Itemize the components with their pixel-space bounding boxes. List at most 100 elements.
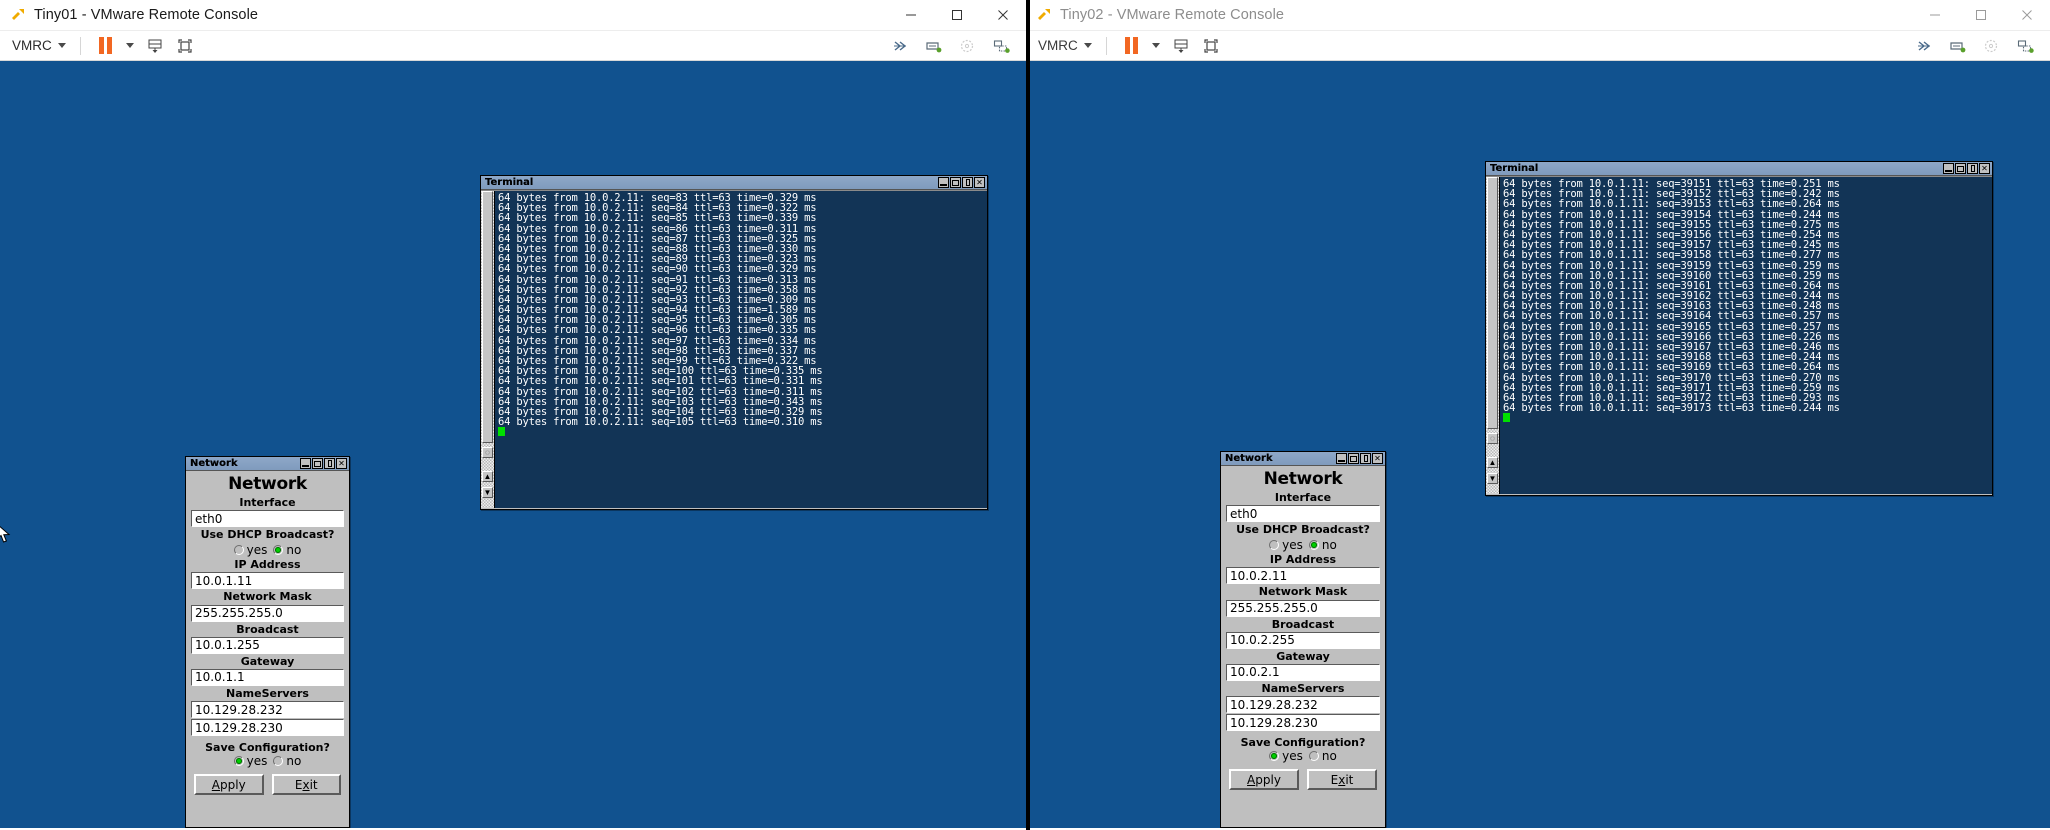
close-icon[interactable]: ✕: [336, 458, 347, 469]
nameserver-1-input[interactable]: 10.129.28.232: [191, 701, 344, 719]
pause-button[interactable]: [91, 35, 120, 56]
dhcp-radio-yes[interactable]: yes: [1269, 538, 1303, 552]
network-mask-input[interactable]: 255.255.255.0: [1226, 599, 1380, 617]
cd-dvd-drive-icon: [1984, 39, 1998, 52]
save-radio-no[interactable]: no: [1308, 749, 1337, 763]
exit-button[interactable]: Ex it: [1307, 769, 1377, 791]
chevrons-right-icon: [1918, 40, 1931, 51]
cd-device-button[interactable]: [1976, 36, 2008, 56]
terminal-window[interactable]: Terminal ✕ ◌ ▲ ▼ 64 bytes from 10.0.1.11…: [1485, 161, 1993, 496]
terminal-titlebar[interactable]: Terminal ✕: [481, 176, 987, 190]
dhcp-radio-yes[interactable]: yes: [233, 543, 268, 558]
dhcp-yes-label: yes: [246, 543, 268, 558]
scrollbar-up-button[interactable]: ▲: [482, 471, 493, 482]
restore-icon[interactable]: [324, 458, 335, 469]
toolbar-overflow-button[interactable]: [886, 37, 916, 55]
close-icon[interactable]: ✕: [1979, 163, 1990, 174]
restore-icon[interactable]: [1967, 163, 1978, 174]
minimize-icon[interactable]: [938, 177, 949, 188]
network-dialog-titlebar[interactable]: Network ✕: [186, 457, 349, 471]
save-config-radio-group: yes no: [1226, 749, 1380, 763]
maximize-icon[interactable]: [1348, 453, 1359, 464]
close-button[interactable]: [2004, 0, 2050, 30]
broadcast-input[interactable]: 10.0.1.255: [191, 636, 344, 654]
nameserver-2-input[interactable]: 10.129.28.230: [191, 719, 344, 737]
power-dropdown-button[interactable]: [1146, 41, 1166, 50]
nameservers-label: NameServers: [1261, 681, 1345, 695]
terminal-output[interactable]: 64 bytes from 10.0.2.11: seq=83 ttl=63 t…: [495, 191, 987, 508]
save-radio-yes[interactable]: yes: [233, 754, 267, 768]
exit-button[interactable]: Ex it: [271, 774, 341, 796]
minimize-icon[interactable]: [300, 458, 311, 469]
gateway-input[interactable]: 10.0.2.1: [1226, 663, 1380, 681]
scrollbar-down-button[interactable]: ▼: [1487, 473, 1498, 484]
network-mask-label: Network Mask: [223, 590, 312, 604]
network-device-button[interactable]: [2010, 36, 2042, 56]
ip-address-input[interactable]: 10.0.2.11: [1226, 567, 1380, 585]
network-mask-input[interactable]: 255.255.255.0: [191, 604, 344, 622]
dhcp-radio-group: yes no: [1226, 538, 1380, 552]
close-icon[interactable]: ✕: [1372, 453, 1383, 464]
fullscreen-button[interactable]: [170, 35, 200, 57]
close-icon[interactable]: ✕: [974, 177, 985, 188]
toolbar-overflow-button[interactable]: [1910, 37, 1940, 55]
gateway-input[interactable]: 10.0.1.1: [191, 668, 344, 686]
nameserver-2-input[interactable]: 10.129.28.230: [1226, 714, 1380, 732]
terminal-output[interactable]: 64 bytes from 10.0.1.11: seq=39151 ttl=6…: [1500, 177, 1992, 494]
terminal-line: 64 bytes from 10.0.2.11: seq=90 ttl=63 t…: [498, 263, 817, 276]
send-keys-button[interactable]: [140, 35, 170, 57]
network-dialog-titlebar[interactable]: Network ✕: [1221, 452, 1385, 466]
floppy-device-button[interactable]: [1942, 36, 1974, 56]
nameserver-1-input[interactable]: 10.129.28.232: [1226, 696, 1380, 714]
scrollbar-home-button[interactable]: ◌: [482, 447, 493, 458]
minimize-button[interactable]: [1912, 0, 1958, 30]
terminal-scrollbar[interactable]: ◌ ▲ ▼: [1486, 177, 1500, 494]
minimize-button[interactable]: [888, 0, 934, 30]
fullscreen-button[interactable]: [1196, 35, 1226, 57]
close-button[interactable]: [980, 0, 1026, 30]
save-radio-yes[interactable]: yes: [1269, 749, 1303, 763]
scrollbar-up-button[interactable]: ▲: [1487, 457, 1498, 468]
terminal-cursor: [1503, 413, 1992, 423]
dhcp-radio-no[interactable]: no: [1308, 538, 1337, 552]
restore-icon[interactable]: [1360, 453, 1371, 464]
interface-input[interactable]: eth0: [1226, 505, 1380, 523]
minimize-icon[interactable]: [1336, 453, 1347, 464]
dhcp-yes-label: yes: [1282, 538, 1303, 553]
minimize-icon[interactable]: [1943, 163, 1954, 174]
network-dialog-window[interactable]: Network ✕ Network Interface eth0 Use DHC…: [1220, 451, 1386, 828]
apply-button[interactable]: Apply: [1229, 769, 1299, 791]
maximize-icon[interactable]: [312, 458, 323, 469]
maximize-button[interactable]: [934, 0, 980, 30]
network-dialog-window[interactable]: Network ✕ Network Interface eth0 Use DHC…: [185, 456, 350, 828]
cd-device-button[interactable]: [952, 36, 984, 56]
floppy-device-button[interactable]: [918, 36, 950, 56]
vmrc-menu-button[interactable]: VMRC: [8, 36, 70, 55]
apply-button[interactable]: Apply: [194, 774, 264, 796]
save-yes-label: yes: [1282, 749, 1303, 764]
terminal-window[interactable]: Terminal ✕ ◌ ▲ ▼ 64 bytes from 10.0.2.11…: [480, 175, 988, 510]
interface-input[interactable]: eth0: [191, 510, 344, 528]
restore-icon[interactable]: [962, 177, 973, 188]
broadcast-input[interactable]: 10.0.2.255: [1226, 631, 1380, 649]
network-dialog-body: Network Interface eth0 Use DHCP Broadcas…: [186, 471, 349, 826]
maximize-icon[interactable]: [950, 177, 961, 188]
send-keys-button[interactable]: [1166, 35, 1196, 57]
scrollbar-thumb[interactable]: [482, 191, 493, 443]
vmrc-menu-button[interactable]: VMRC: [1034, 36, 1096, 55]
pause-button[interactable]: [1117, 35, 1146, 56]
scrollbar-home-button[interactable]: ◌: [1487, 433, 1498, 444]
terminal-titlebar[interactable]: Terminal ✕: [1486, 162, 1992, 176]
power-dropdown-button[interactable]: [120, 41, 140, 50]
terminal-scrollbar[interactable]: ◌ ▲ ▼: [481, 191, 495, 508]
ip-address-input[interactable]: 10.0.1.11: [191, 572, 344, 590]
network-device-button[interactable]: [986, 36, 1018, 56]
maximize-icon[interactable]: [1955, 163, 1966, 174]
scrollbar-thumb[interactable]: [1487, 177, 1498, 429]
window-controls: [888, 0, 1026, 30]
maximize-button[interactable]: [1958, 0, 2004, 30]
dhcp-radio-no[interactable]: no: [273, 543, 301, 557]
dialog-button-row: Apply Ex it: [191, 774, 344, 796]
scrollbar-down-button[interactable]: ▼: [482, 487, 493, 498]
save-radio-no[interactable]: no: [273, 754, 301, 768]
